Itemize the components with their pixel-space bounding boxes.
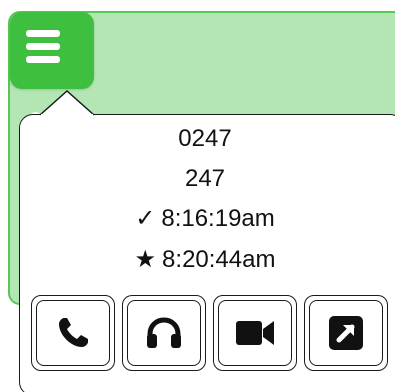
call-button[interactable] — [31, 295, 115, 371]
popover-line-number: 247 — [184, 165, 226, 192]
popover-line-code: 0247 — [178, 125, 232, 152]
open-external-button[interactable] — [304, 295, 388, 371]
popover-pointer — [39, 89, 95, 118]
open-external-icon — [329, 316, 363, 350]
star-icon: ★ — [134, 246, 157, 273]
menu-button[interactable] — [10, 12, 94, 89]
video-call-button[interactable] — [213, 295, 297, 371]
video-camera-icon — [236, 321, 274, 345]
popover-line-starred-time: ★ 8:20:44am — [0, 246, 395, 274]
popover-line-checked-time: ✓ 8:16:19am — [0, 205, 395, 233]
action-bar — [31, 295, 391, 371]
starred-time: 8:20:44am — [162, 246, 276, 273]
hamburger-bar — [26, 43, 60, 50]
checked-time: 8:16:19am — [161, 205, 275, 232]
headphones-icon — [147, 317, 181, 348]
hamburger-bar — [26, 56, 60, 63]
audio-call-button[interactable] — [122, 295, 206, 371]
checkmark-icon: ✓ — [135, 205, 156, 232]
phone-icon — [59, 318, 88, 347]
hamburger-menu-icon — [26, 30, 60, 37]
stage: 247 0247 247 ✓8:16:19am ★8:20:44am — [0, 0, 395, 392]
